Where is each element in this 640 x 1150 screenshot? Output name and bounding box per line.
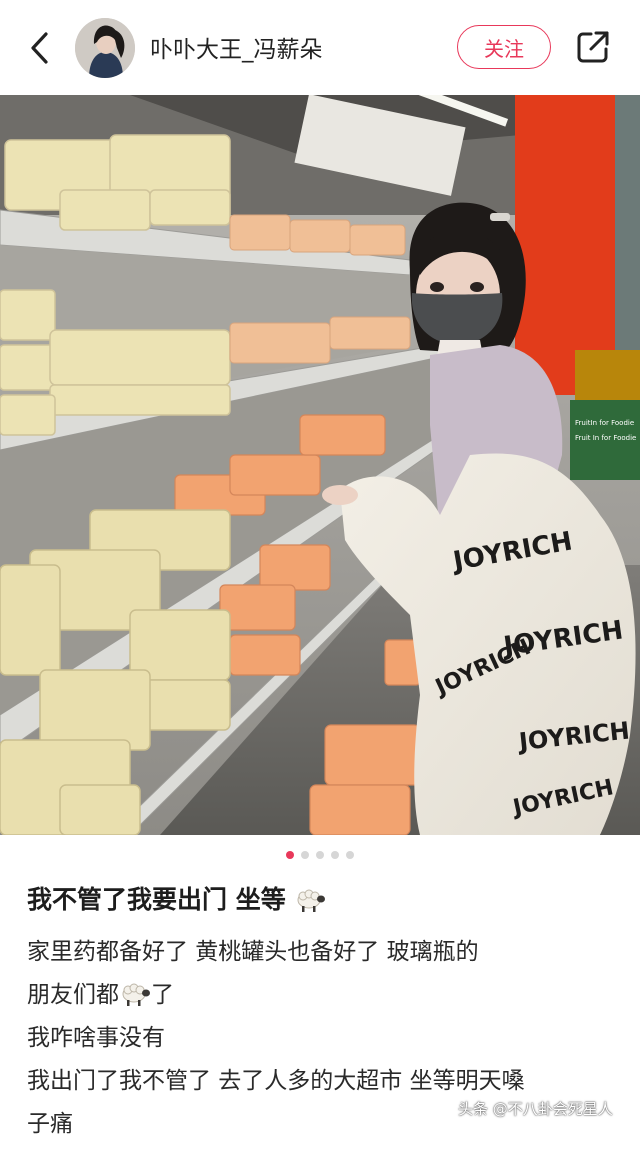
avatar[interactable] (75, 18, 135, 78)
back-button[interactable] (22, 28, 58, 68)
share-button[interactable] (574, 28, 612, 66)
share-icon (577, 31, 609, 63)
post-title-text: 我不管了我要出门 坐等 (27, 885, 286, 914)
post-body-text: 朋友们都 (27, 982, 119, 1008)
carousel-dot[interactable] (316, 851, 324, 859)
carousel-indicator (0, 851, 640, 859)
sheep-emoji-icon (119, 981, 151, 1017)
carousel-dot[interactable] (331, 851, 339, 859)
post-title: 我不管了我要出门 坐等 (27, 880, 326, 919)
top-bar: 卟卟大王_冯薪朵 关注 (0, 0, 640, 95)
post-body-line: 朋友们都 了 (27, 978, 617, 1021)
shelf-sign-2: Fruit In for Foodie (575, 434, 636, 442)
carousel-dot[interactable] (346, 851, 354, 859)
post-body-line: 我咋啥事没有 (27, 1025, 165, 1051)
back-arrow-icon (31, 32, 48, 64)
username[interactable]: 卟卟大王_冯薪朵 (150, 30, 323, 64)
shelf-sign-1: FruitIn for Foodie (575, 419, 634, 427)
carousel-dot[interactable] (301, 851, 309, 859)
carousel-dot-active[interactable] (286, 851, 294, 859)
watermark: 头条 @不八卦会死星人 (458, 1100, 613, 1118)
post-body-text: 了 (151, 982, 174, 1008)
sheep-emoji-icon (294, 887, 326, 919)
post-image[interactable]: FruitIn for Foodie Fruit In for Foodie J… (0, 95, 640, 835)
follow-button[interactable]: 关注 (457, 25, 551, 69)
post-body-line: 家里药都备好了 黄桃罐头也备好了 玻璃瓶的 (27, 939, 479, 965)
